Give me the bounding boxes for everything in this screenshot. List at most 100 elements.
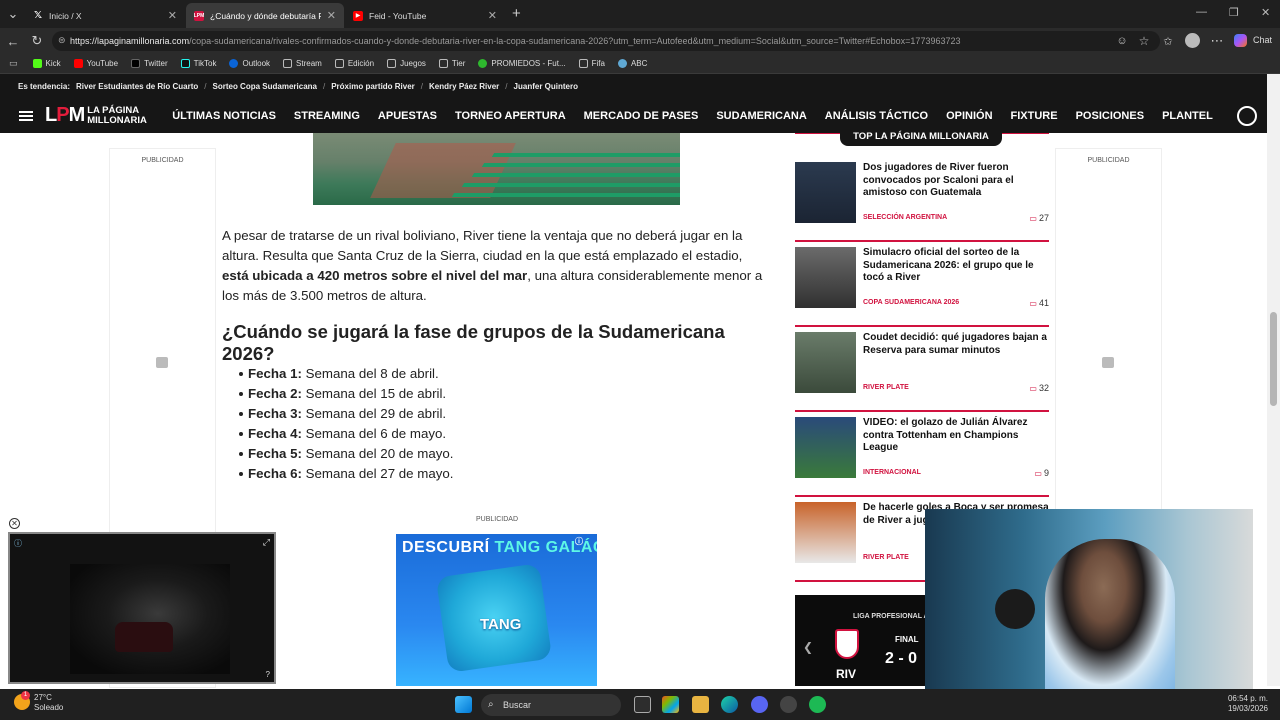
maximize-icon[interactable]: ❐ — [1229, 6, 1239, 19]
bookmark-fifa[interactable]: Fifa — [578, 59, 605, 68]
taskbar-search[interactable]: ⌕ Buscar — [481, 694, 621, 716]
scrollbar-thumb[interactable] — [1270, 312, 1277, 406]
nav-opinion[interactable]: OPINIÓN — [946, 110, 992, 122]
prev-arrow-icon[interactable]: ❮ — [803, 640, 813, 654]
bookmark-twitter[interactable]: Twitter — [131, 59, 168, 68]
nav-fixture[interactable]: FIXTURE — [1011, 110, 1058, 122]
chat-button[interactable]: Chat — [1253, 35, 1272, 45]
favorites-icon[interactable]: ✩ — [1159, 32, 1177, 50]
story-title[interactable]: Simulacro oficial del sorteo de la Sudam… — [863, 247, 1049, 285]
story-category[interactable]: INTERNACIONAL — [863, 469, 921, 476]
minimize-icon[interactable]: — — [1196, 6, 1207, 18]
logo-mark: LPM — [45, 104, 85, 126]
nav-ultimas-noticias[interactable]: ÚLTIMAS NOTICIAS — [172, 110, 276, 122]
collections-icon[interactable]: ▭ — [9, 58, 18, 69]
story-title[interactable]: Coudet decidió: qué jugadores bajan a Re… — [863, 332, 1049, 357]
bookmark-outlook[interactable]: Outlook — [229, 59, 270, 68]
story-category[interactable]: RIVER PLATE — [863, 384, 909, 391]
comment-count[interactable]: ▭ 27 — [1029, 213, 1049, 223]
team-code: RIV — [836, 667, 857, 681]
trending-link[interactable]: Juanfer Quintero — [514, 82, 578, 91]
obs-icon[interactable] — [780, 696, 797, 713]
window-close-icon[interactable]: ✕ — [1261, 6, 1270, 19]
file-explorer-icon[interactable] — [692, 696, 709, 713]
bookmark-youtube[interactable]: YouTube — [73, 59, 118, 68]
bookmark-abc[interactable]: ABC — [617, 59, 647, 68]
nav-streaming[interactable]: STREAMING — [294, 110, 360, 122]
bookmark-stream[interactable]: Stream — [283, 59, 322, 68]
menu-hamburger-icon[interactable] — [19, 110, 33, 121]
story-title[interactable]: VIDEO: el golazo de Julián Álvarez contr… — [863, 417, 1049, 455]
lpm-favicon-icon: LPM — [193, 10, 205, 21]
comment-count[interactable]: ▭ 41 — [1029, 298, 1049, 308]
tang-ad-banner[interactable]: DESCUBRÍ TANG GALÁCTICO TANG ⓘ — [396, 534, 597, 686]
trending-link[interactable]: River Estudiantes de Río Cuarto — [76, 82, 198, 91]
story-category[interactable]: COPA SUDAMERICANA 2026 — [863, 299, 959, 306]
bookmark-tier[interactable]: Tier — [438, 59, 465, 68]
help-icon[interactable]: ? — [266, 670, 270, 679]
bookmark-tiktok[interactable]: TikTok — [180, 59, 216, 68]
spotify-icon[interactable] — [809, 696, 826, 713]
top-story-card[interactable]: Coudet decidió: qué jugadores bajan a Re… — [795, 332, 1049, 412]
bookmarks-bar: ▭ Kick YouTube Twitter TikTok Outlook St… — [0, 54, 1280, 74]
folder-icon — [334, 59, 344, 68]
url-path: /copa-sudamericana/rivales-confirmados-c… — [189, 36, 961, 46]
nav-posiciones[interactable]: POSICIONES — [1076, 110, 1144, 122]
info-icon[interactable]: ⓘ — [14, 538, 22, 549]
bookmark-edicion[interactable]: Edición — [334, 59, 374, 68]
task-view-icon[interactable] — [634, 696, 651, 713]
windows-start-icon[interactable] — [455, 696, 472, 713]
discord-icon[interactable] — [751, 696, 768, 713]
edge-icon[interactable] — [721, 696, 738, 713]
nav-analisis-tactico[interactable]: ANÁLISIS TÁCTICO — [825, 110, 928, 122]
user-account-icon[interactable] — [1237, 105, 1257, 126]
comment-count[interactable]: ▭ 9 — [1034, 468, 1049, 478]
store-icon[interactable] — [662, 696, 679, 713]
list-item: Fecha 1: Semana del 8 de abril. — [239, 364, 648, 384]
bookmark-kick[interactable]: Kick — [32, 59, 61, 68]
bookmark-juegos[interactable]: Juegos — [387, 59, 426, 68]
promiedos-icon — [478, 59, 488, 68]
system-clock[interactable]: 06:54 p. m. 19/03/2026 — [1220, 694, 1268, 714]
pip-close-icon[interactable]: ✕ — [9, 518, 20, 529]
tab-close-icon[interactable]: ✕ — [327, 9, 336, 22]
tab-strip: ⌄ 𝕏 Inicio / X ✕ LPM ¿Cuándo y dónde deb… — [0, 0, 1280, 28]
story-category[interactable]: RIVER PLATE — [863, 554, 909, 561]
top-story-card[interactable]: Dos jugadores de River fueron convocados… — [795, 162, 1049, 242]
site-logo[interactable]: LPM LA PÁGINA MILLONARIA — [45, 104, 153, 127]
tab-search-chevron-icon[interactable]: ⌄ — [4, 5, 22, 23]
site-info-icon[interactable]: ⊜ — [58, 35, 66, 46]
story-category[interactable]: SELECCIÓN ARGENTINA — [863, 214, 947, 221]
trending-link[interactable]: Próximo partido River — [331, 82, 415, 91]
weather-widget[interactable]: 27°C Soleado — [34, 693, 63, 713]
profile-avatar[interactable] — [1185, 33, 1200, 48]
tab-article[interactable]: LPM ¿Cuándo y dónde debutaría River en l… — [186, 3, 344, 28]
tab-close-icon[interactable]: ✕ — [488, 9, 497, 22]
nav-sudamericana[interactable]: SUDAMERICANA — [716, 110, 806, 122]
nav-plantel[interactable]: PLANTEL — [1162, 110, 1213, 122]
tab-youtube[interactable]: ▶ Feid - YouTube ✕ — [345, 3, 505, 28]
nav-torneo-apertura[interactable]: TORNEO APERTURA — [455, 110, 566, 122]
tab-x[interactable]: 𝕏 Inicio / X ✕ — [25, 3, 185, 28]
ad-choices-icon[interactable]: ⓘ — [575, 536, 583, 547]
favorite-star-icon[interactable]: ☆ — [1135, 32, 1153, 50]
copilot-icon[interactable] — [1234, 34, 1247, 47]
more-menu-icon[interactable]: ⋯ — [1208, 32, 1226, 50]
trending-link[interactable]: Kendry Páez River — [429, 82, 499, 91]
reload-icon[interactable]: ↻ — [28, 32, 46, 50]
nav-mercado-de-pases[interactable]: MERCADO DE PASES — [584, 110, 699, 122]
trending-link[interactable]: Sorteo Copa Sudamericana — [213, 82, 317, 91]
new-tab-button[interactable]: + — [512, 5, 521, 22]
picture-in-picture-video[interactable]: ⓘ ⤢ ? — [8, 532, 276, 684]
top-story-card[interactable]: Simulacro oficial del sorteo de la Sudam… — [795, 247, 1049, 327]
tab-close-icon[interactable]: ✕ — [168, 9, 177, 22]
top-story-card[interactable]: VIDEO: el golazo de Julián Álvarez contr… — [795, 417, 1049, 497]
back-icon[interactable]: ← — [4, 32, 22, 50]
reader-icon[interactable]: ☺ — [1113, 32, 1131, 50]
expand-icon[interactable]: ⤢ — [263, 537, 270, 548]
story-title[interactable]: Dos jugadores de River fueron convocados… — [863, 162, 1049, 200]
address-bar[interactable]: ⊜ https://lapaginamillonaria.com/copa-su… — [52, 31, 1160, 51]
comment-count[interactable]: ▭ 32 — [1029, 383, 1049, 393]
bookmark-promiedos[interactable]: PROMIEDOS - Fut... — [478, 59, 566, 68]
nav-apuestas[interactable]: APUESTAS — [378, 110, 437, 122]
